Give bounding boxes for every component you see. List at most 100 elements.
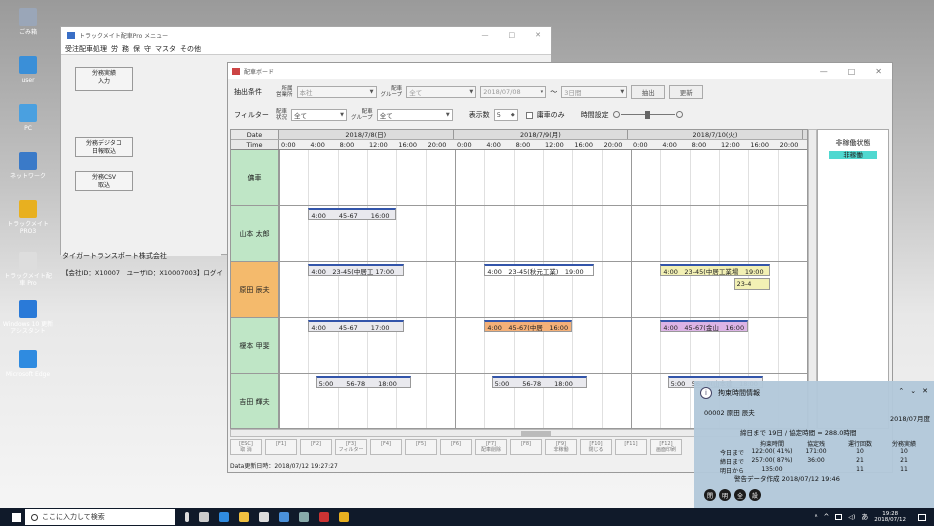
date-picker[interactable]: 2018/07/08 ▾ bbox=[480, 86, 547, 98]
explorer-icon[interactable] bbox=[239, 512, 249, 522]
dispatch-bar[interactable]: 5:00 56-78 18:00 bbox=[491, 376, 587, 388]
menu-item-3[interactable]: 保 bbox=[133, 44, 140, 54]
desktop-icon-1[interactable]: user bbox=[2, 56, 54, 84]
fkey-11[interactable]: [F11] bbox=[615, 439, 647, 455]
office-select[interactable]: 本社 ▼ bbox=[296, 86, 377, 98]
idle-only-checkbox[interactable] bbox=[525, 111, 533, 119]
zoom-out-icon[interactable] bbox=[612, 111, 620, 118]
labor-digitacho-import-button[interactable]: 労務デジタコ 日報取込 bbox=[75, 137, 133, 157]
driver-cell[interactable]: 山本 太郎 bbox=[231, 206, 279, 262]
dispatch-bar[interactable]: 5:00 56-78 18:00 bbox=[315, 376, 411, 388]
dispatch-bar[interactable]: 4:00 23-45(秋元工業) 19:00 bbox=[484, 264, 595, 276]
windows-start-icon[interactable] bbox=[12, 512, 21, 522]
fkey-2[interactable]: [F2] bbox=[300, 439, 332, 455]
fkey-12[interactable]: [F12] 画面印刷 bbox=[650, 439, 682, 455]
desktop-icon-3[interactable]: ネットワーク bbox=[2, 152, 54, 180]
scroll-thumb[interactable] bbox=[521, 431, 551, 436]
notification-action-0[interactable]: 閉 bbox=[704, 489, 716, 501]
row-label: 今日まで bbox=[720, 450, 745, 457]
menu-item-6[interactable]: その他 bbox=[180, 44, 201, 54]
days-select[interactable]: 3日間 ▼ bbox=[561, 86, 628, 98]
close-icon[interactable]: ✕ bbox=[922, 387, 928, 395]
time-slider[interactable] bbox=[612, 111, 683, 119]
desktop-icon-5[interactable]: トラックメイト配車 Pro bbox=[2, 252, 54, 287]
task-view-icon[interactable] bbox=[199, 512, 209, 522]
collapse-icon[interactable]: ⌃ bbox=[898, 387, 904, 395]
menu-window-titlebar[interactable]: トラックメイト配車Pro メニュー — □ ✕ bbox=[61, 27, 551, 43]
app-icon[interactable] bbox=[299, 512, 309, 522]
fkey-1[interactable]: [F1] bbox=[265, 439, 297, 455]
mail-icon[interactable] bbox=[279, 512, 289, 522]
microphone-icon[interactable] bbox=[185, 512, 189, 522]
taskbar: ここに入力して検索 ᴿ ^ ◁) あ 19:28 2018/07/12 bbox=[0, 508, 934, 526]
notification-action-3[interactable]: 設 bbox=[749, 489, 761, 501]
status-badge[interactable]: 非稼働 bbox=[829, 151, 877, 159]
notification-action-2[interactable]: 全 bbox=[734, 489, 746, 501]
fkey-10[interactable]: [F10] 閉じる bbox=[580, 439, 612, 455]
menu-item-4[interactable]: 守 bbox=[144, 44, 151, 54]
update-button[interactable]: 更新 bbox=[669, 85, 704, 99]
ime-indicator[interactable]: あ bbox=[861, 512, 868, 522]
driver-cell[interactable]: 傭車 bbox=[231, 150, 279, 206]
header-cell: 協定残 bbox=[806, 441, 825, 448]
stepper-icon: ◆ bbox=[510, 112, 515, 118]
fkey-3[interactable]: [F3] フィルター bbox=[335, 439, 367, 455]
menu-item-1[interactable]: 労 bbox=[111, 44, 118, 54]
dispatch-bar-overflow[interactable]: 23-4 bbox=[733, 278, 771, 290]
tray-chevron-icon[interactable]: ^ bbox=[823, 513, 829, 521]
desktop-icon-2[interactable]: PC bbox=[2, 104, 54, 132]
desktop-icon-4[interactable]: トラックメイトPRO3 bbox=[2, 200, 54, 235]
taskbar-search[interactable]: ここに入力して検索 bbox=[25, 509, 175, 525]
edge-icon[interactable] bbox=[219, 512, 229, 522]
fkey-5[interactable]: [F5] bbox=[405, 439, 437, 455]
dispatch-bar[interactable]: 4:00 45-67(金山 16:00 bbox=[660, 320, 749, 332]
notification-action-1[interactable]: 明 bbox=[719, 489, 731, 501]
labor-record-input-button[interactable]: 労務実績 入力 bbox=[75, 67, 133, 91]
close-icon[interactable]: ✕ bbox=[535, 31, 541, 39]
minimize-icon[interactable]: — bbox=[820, 67, 828, 76]
expand-icon[interactable]: ⌄ bbox=[910, 387, 916, 395]
zoom-in-icon[interactable] bbox=[675, 111, 683, 118]
desktop-icon-6[interactable]: Windows 10 更新 アシスタント bbox=[2, 300, 54, 335]
truckmate-icon[interactable] bbox=[319, 512, 329, 522]
dispatch-bar[interactable]: 4:00 45-67(中居 16:00 bbox=[484, 320, 573, 332]
labor-csv-import-button[interactable]: 労務CSV 取込 bbox=[75, 171, 133, 191]
people-icon[interactable]: ᴿ bbox=[815, 514, 818, 521]
store-icon[interactable] bbox=[259, 512, 269, 522]
fkey-4[interactable]: [F4] bbox=[370, 439, 402, 455]
slider-thumb[interactable] bbox=[644, 111, 650, 119]
dispatch-bar[interactable]: 4:00 23-45(中居工業場 19:00 bbox=[660, 264, 771, 276]
clock[interactable]: 19:28 2018/07/12 bbox=[874, 511, 906, 523]
fkey-0[interactable]: [ESC] 取 消 bbox=[230, 439, 262, 455]
maximize-icon[interactable]: □ bbox=[509, 31, 516, 39]
minimize-icon[interactable]: — bbox=[482, 31, 489, 39]
notification-center-icon[interactable] bbox=[918, 513, 926, 521]
menu-item-5[interactable]: マスタ bbox=[155, 44, 176, 54]
desktop-icon-7[interactable]: Microsoft Edge bbox=[2, 350, 54, 378]
dispatch-bar[interactable]: 4:00 45-67 16:00 bbox=[308, 208, 397, 220]
maximize-icon[interactable]: □ bbox=[848, 67, 856, 76]
fkey-8[interactable]: [F8] bbox=[510, 439, 542, 455]
dispatch-bar[interactable]: 4:00 45-67 17:00 bbox=[308, 320, 404, 332]
fkey-7[interactable]: [F7] 配車削除 bbox=[475, 439, 507, 455]
board-titlebar[interactable]: 配車ボード — □ ✕ bbox=[228, 63, 892, 79]
count-stepper[interactable]: 5 ◆ bbox=[493, 109, 518, 121]
group-select[interactable]: 全て ▼ bbox=[406, 86, 477, 98]
desktop-icon-0[interactable]: ごみ箱 bbox=[2, 8, 54, 36]
volume-icon[interactable]: ◁) bbox=[848, 514, 855, 521]
status-panel-title: 非稼働状態 bbox=[835, 139, 871, 147]
dispatch-bar[interactable]: 4:00 23-45(中居工 17:00 bbox=[308, 264, 404, 276]
driver-cell[interactable]: 原田 辰夫 bbox=[231, 262, 279, 318]
driver-cell[interactable]: 榎本 甲斐 bbox=[231, 318, 279, 374]
group2-select[interactable]: 全て ▼ bbox=[376, 109, 453, 121]
driver-cell[interactable]: 吉田 輝夫 bbox=[231, 374, 279, 428]
status-select[interactable]: 全て ▼ bbox=[291, 109, 348, 121]
network-icon[interactable] bbox=[835, 514, 843, 520]
tiger-icon[interactable] bbox=[339, 512, 349, 522]
extract-button[interactable]: 抽出 bbox=[631, 85, 666, 99]
menu-item-0[interactable]: 受注配車処理 bbox=[65, 44, 107, 54]
menu-item-2[interactable]: 務 bbox=[122, 44, 129, 54]
close-icon[interactable]: ✕ bbox=[875, 67, 882, 76]
fkey-9[interactable]: [F9] 非稼働 bbox=[545, 439, 577, 455]
fkey-6[interactable]: [F6] bbox=[440, 439, 472, 455]
